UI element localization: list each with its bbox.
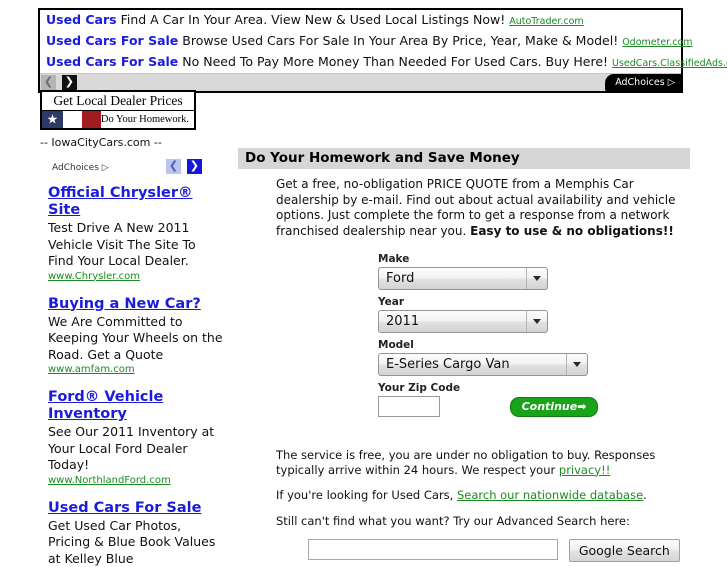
nationwide-database-link[interactable]: Search our nationwide database [457,488,643,502]
advanced-search-text: Still can't find what you want? Try our … [276,514,676,529]
top-ad-title[interactable]: Used Cars [46,12,117,27]
star-icon: ★ [47,113,59,126]
make-select[interactable]: Ford [378,267,548,290]
sidebar-ad-item[interactable]: Official Chrysler® Site Test Drive A New… [48,185,223,282]
top-ad-title[interactable]: Used Cars For Sale [46,33,178,48]
top-ad-footer: ❮ ❯ AdChoices ▷ [40,73,681,91]
flag-white-stripe-icon [63,111,82,128]
sidebar-ad-title[interactable]: Buying a New Car? [48,296,223,313]
nationwide-search-prefix: If you're looking for Used Cars, [276,488,457,502]
zip-input[interactable] [378,396,440,417]
sidebar-ad-item[interactable]: Used Cars For Sale Get Used Car Photos, … [48,500,223,567]
continue-button-label: Continue [522,400,578,413]
sidebar-ad-item[interactable]: Buying a New Car? We Are Committed to Ke… [48,296,223,376]
top-ad-line[interactable]: Used Cars Find A Car In Your Area. View … [40,10,681,31]
site-name-label: -- IowaCityCars.com -- [40,136,235,149]
model-label: Model [378,339,690,352]
flag-red-stripe-icon [82,111,101,128]
sidebar-ad-url[interactable]: www.NorthlandFord.com [48,475,223,486]
top-ad-line[interactable]: Used Cars For Sale No Need To Pay More M… [40,52,681,73]
top-ad-prev-arrow-icon[interactable]: ❮ [41,75,56,90]
sidebar-ad-nav: ❮ ❯ [166,159,202,174]
sidebar-ad-url[interactable]: www.Chrysler.com [48,271,223,282]
dealer-prices-banner[interactable]: Get Local Dealer Prices ★ Do Your Homewo… [40,90,196,130]
top-ad-title[interactable]: Used Cars For Sale [46,54,178,69]
sidebar-ad-description: See Our 2011 Inventory at Your Local For… [48,424,223,474]
chevron-down-icon[interactable] [526,311,547,332]
quote-form: Make Ford Year 2011 Model E-Series Cargo… [378,253,690,422]
chevron-down-icon[interactable] [526,268,547,289]
sidebar-ad-description: Get Used Car Photos, Pricing & Blue Book… [48,518,223,567]
year-select-value: 2011 [379,311,547,332]
sidebar-adchoices-row: AdChoices ▷ ❮ ❯ [52,159,235,175]
sidebar-ad-description: We Are Committed to Keeping Your Wheels … [48,314,223,364]
search-input[interactable] [308,539,558,560]
sidebar-ad-title[interactable]: Ford® Vehicle Inventory [48,389,223,423]
sidebar-ad-title[interactable]: Official Chrysler® Site [48,185,223,219]
privacy-link[interactable]: privacy!! [559,463,610,477]
year-label: Year [378,296,690,309]
dealer-banner-graphic-row: ★ Do Your Homework. [42,111,194,128]
top-ad-line[interactable]: Used Cars For Sale Browse Used Cars For … [40,31,681,52]
adchoices-badge-top[interactable]: AdChoices ▷ [605,74,681,91]
intro-emphasis: Easy to use & no obligations!! [470,224,674,238]
flag-blue-field-icon: ★ [42,111,63,128]
model-select[interactable]: E-Series Cargo Van [378,353,588,376]
top-ad-text: Find A Car In Your Area. View New & Used… [121,12,506,27]
top-ad-text: Browse Used Cars For Sale In Your Area B… [182,33,618,48]
top-ad-url[interactable]: Odometer.com [622,37,692,48]
zip-label: Your Zip Code [378,382,690,395]
make-label: Make [378,253,690,266]
page-title: Do Your Homework and Save Money [238,148,690,169]
model-select-value: E-Series Cargo Van [379,354,587,375]
top-ad-text: No Need To Pay More Money Than Needed Fo… [182,54,608,69]
sidebar-next-arrow-icon[interactable]: ❯ [187,159,202,174]
top-ad-url[interactable]: AutoTrader.com [509,16,583,27]
google-search-row: Google Search [308,539,690,565]
make-select-value: Ford [379,268,547,289]
sidebar-ad-description: Test Drive A New 2011 Vehicle Visit The … [48,220,223,270]
main-content: Do Your Homework and Save Money Get a fr… [238,148,690,565]
top-ad-url[interactable]: UsedCars.ClassifiedAds.com [612,58,727,69]
continue-button[interactable]: Continue➡ [510,397,598,417]
top-ad-next-arrow-icon[interactable]: ❯ [62,75,77,90]
adchoices-badge-sidebar[interactable]: AdChoices ▷ [52,163,109,173]
sidebar: Get Local Dealer Prices ★ Do Your Homewo… [40,90,235,567]
top-ad-banner: Used Cars Find A Car In Your Area. View … [38,8,683,93]
nationwide-search-text: If you're looking for Used Cars, Search … [276,488,676,503]
intro-paragraph: Get a free, no-obligation PRICE QUOTE fr… [276,177,684,239]
zip-row: Continue➡ [378,396,690,422]
google-search-button[interactable]: Google Search [569,539,680,562]
sidebar-ad-title[interactable]: Used Cars For Sale [48,500,223,517]
sidebar-ad-item[interactable]: Ford® Vehicle Inventory See Our 2011 Inv… [48,389,223,486]
disclaimer-text: The service is free, you are under no ob… [276,448,676,477]
dealer-banner-tagline: Do Your Homework. [101,111,194,128]
dealer-banner-title: Get Local Dealer Prices [42,92,194,111]
arrow-right-icon: ➡ [577,400,586,413]
chevron-down-icon[interactable] [566,354,587,375]
nationwide-search-suffix: . [643,488,647,502]
year-select[interactable]: 2011 [378,310,548,333]
sidebar-ad-url[interactable]: www.amfam.com [48,364,223,375]
sidebar-prev-arrow-icon[interactable]: ❮ [166,159,181,174]
